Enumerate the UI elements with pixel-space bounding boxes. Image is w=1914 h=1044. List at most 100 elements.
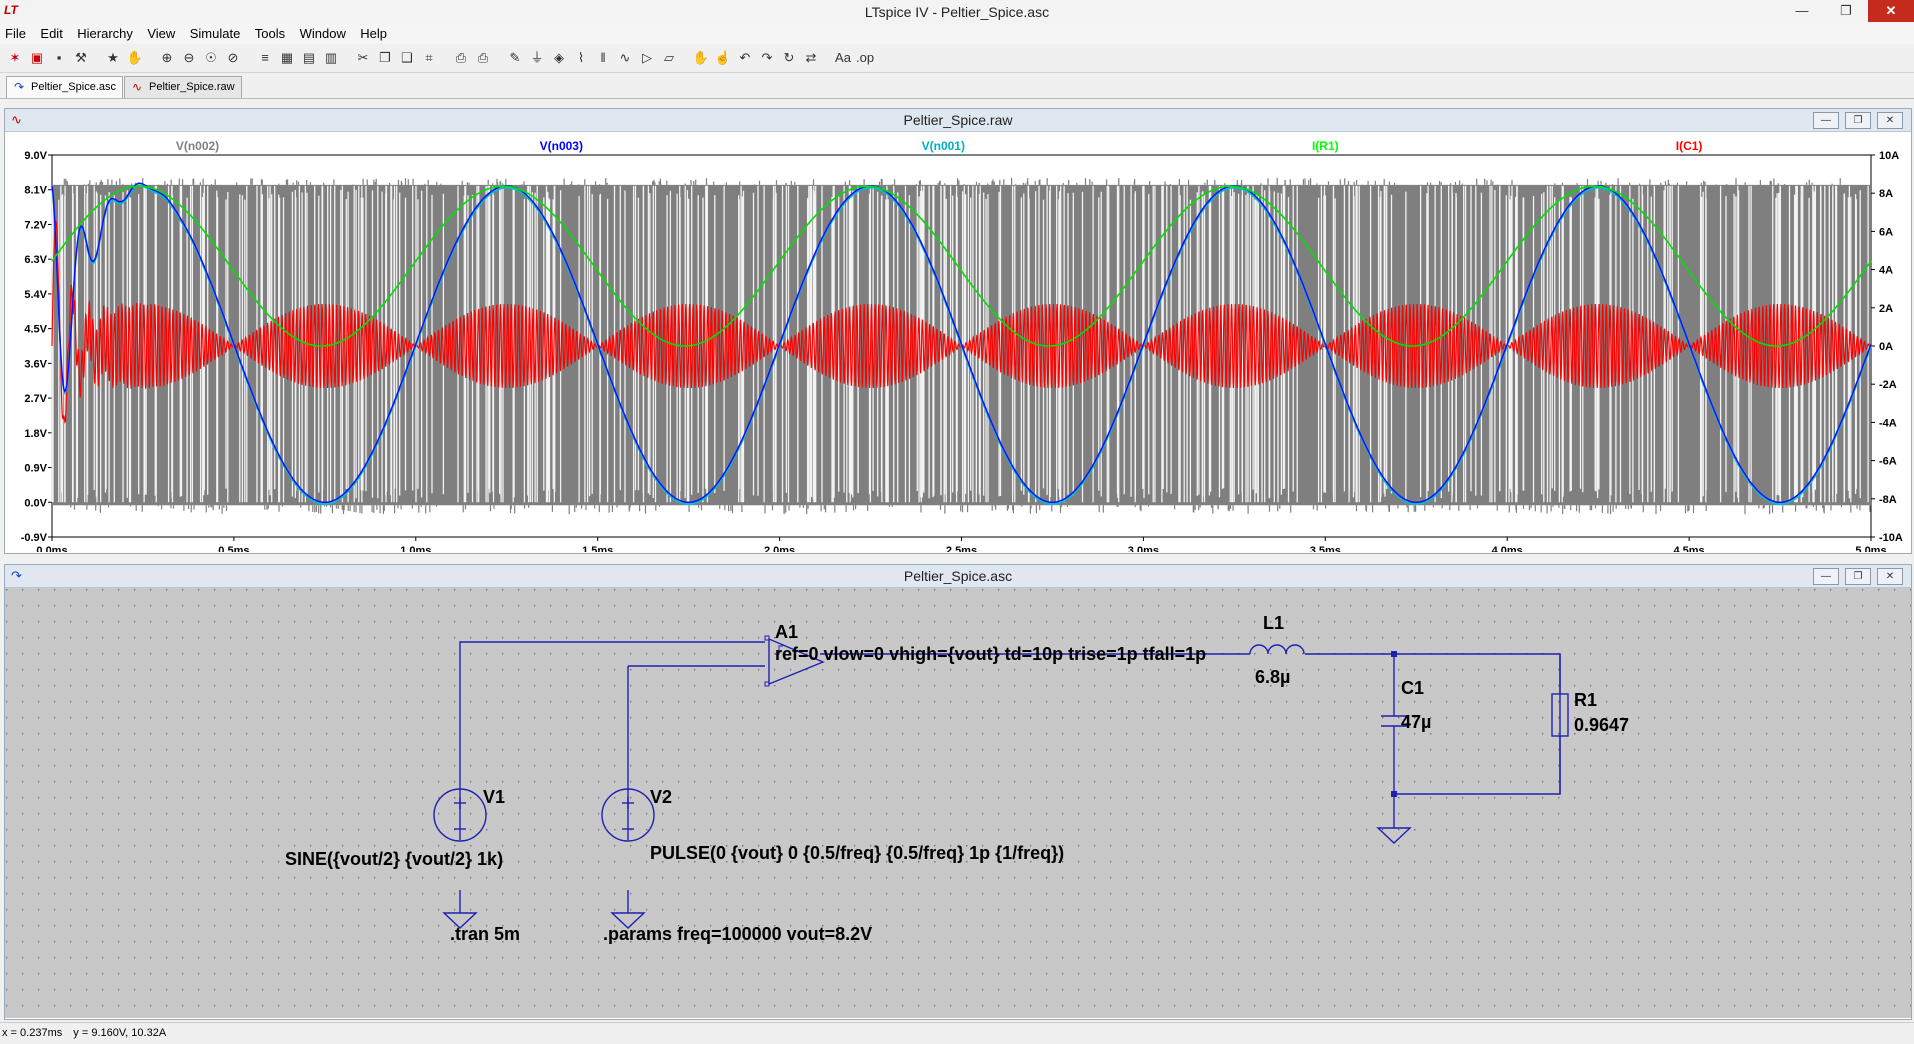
find-icon[interactable]: ⌗ bbox=[420, 49, 438, 67]
new-schematic-icon[interactable]: ✶ bbox=[6, 49, 24, 67]
component-icon[interactable]: ▱ bbox=[660, 49, 678, 67]
control-panel-icon[interactable]: ⚒ bbox=[72, 49, 90, 67]
l1-name[interactable]: L1 bbox=[1263, 613, 1284, 633]
c1-value[interactable]: 47µ bbox=[1401, 712, 1431, 732]
halt-icon[interactable]: ✋ bbox=[126, 49, 144, 67]
x-tick-label: 2.0ms bbox=[764, 545, 795, 552]
v2-name[interactable]: V2 bbox=[650, 787, 672, 807]
schematic-close-button[interactable]: ✕ bbox=[1877, 568, 1903, 585]
trace-label-i-c1-[interactable]: I(C1) bbox=[1676, 139, 1703, 153]
paste-icon[interactable]: ❑ bbox=[398, 49, 416, 67]
inductor-icon[interactable]: ∿ bbox=[616, 49, 634, 67]
v2-value[interactable]: PULSE(0 {vout} 0 {0.5/freq} {0.5/freq} 1… bbox=[650, 843, 1064, 863]
params-directive[interactable]: .params freq=100000 vout=8.2V bbox=[603, 924, 872, 944]
waveform-window-title: Peltier_Spice.raw bbox=[903, 112, 1013, 128]
tab-schematic[interactable]: ↷ Peltier_Spice.asc bbox=[6, 76, 123, 98]
menu-tools[interactable]: Tools bbox=[250, 24, 290, 43]
waveform-minimize-button[interactable]: — bbox=[1813, 112, 1839, 129]
trace-label-v-n003-[interactable]: V(n003) bbox=[540, 139, 583, 153]
a1-name[interactable]: A1 bbox=[775, 622, 798, 642]
x-tick-label: 0.0ms bbox=[36, 545, 67, 552]
y-left-tick-label: 8.1V bbox=[24, 185, 47, 197]
y-left-tick-label: 0.0V bbox=[24, 497, 47, 509]
redo-icon[interactable]: ↷ bbox=[758, 49, 776, 67]
minimize-button[interactable]: — bbox=[1780, 0, 1824, 22]
zoom-out-icon[interactable]: ⊖ bbox=[180, 49, 198, 67]
undo-icon[interactable]: ↶ bbox=[736, 49, 754, 67]
move-icon[interactable]: ✋ bbox=[692, 49, 710, 67]
ground-icon[interactable]: ⏚ bbox=[528, 49, 546, 67]
draw-wire-icon[interactable]: ✎ bbox=[506, 49, 524, 67]
a1-params[interactable]: ref=0 vlow=0 vhigh={vout} td=10p trise=1… bbox=[775, 644, 1206, 664]
y-right-tick-label: -8A bbox=[1879, 494, 1897, 506]
menu-edit[interactable]: Edit bbox=[35, 24, 67, 43]
close-windows-icon[interactable]: ▥ bbox=[322, 49, 340, 67]
waveform-plot[interactable]: V(n002) V(n003) V(n001) I(R1) I(C1) 9.0V 8.1V 7… bbox=[5, 132, 1911, 552]
drag-icon[interactable]: ☝ bbox=[714, 49, 732, 67]
maximize-button[interactable]: ❐ bbox=[1824, 0, 1868, 22]
menu-view[interactable]: View bbox=[142, 24, 180, 43]
menu-hierarchy[interactable]: Hierarchy bbox=[72, 24, 138, 43]
resistor-icon[interactable]: ⌇ bbox=[572, 49, 590, 67]
waveform-close-button[interactable]: ✕ bbox=[1877, 112, 1903, 129]
capacitor-icon[interactable]: ‖ bbox=[594, 49, 612, 67]
y-left-tick-label: 5.4V bbox=[24, 289, 47, 301]
open-icon[interactable]: ▣ bbox=[28, 49, 46, 67]
schematic-canvas[interactable]: A1 ref=0 vlow=0 vhigh={vout} td=10p tris… bbox=[5, 588, 1911, 1018]
schematic-minimize-button[interactable]: — bbox=[1813, 568, 1839, 585]
zoom-in-icon[interactable]: ⊕ bbox=[158, 49, 176, 67]
copy-icon[interactable]: ❐ bbox=[376, 49, 394, 67]
run-icon[interactable]: ★ bbox=[104, 49, 122, 67]
menu-simulate[interactable]: Simulate bbox=[185, 24, 246, 43]
tile-icon[interactable]: ▦ bbox=[278, 49, 296, 67]
zoom-full-icon[interactable]: ☉ bbox=[202, 49, 220, 67]
trace-label-v-n002-[interactable]: V(n002) bbox=[176, 139, 219, 153]
spice-directive-icon[interactable]: .op bbox=[856, 49, 874, 67]
schematic-restore-button[interactable]: ❐ bbox=[1845, 568, 1871, 585]
y-right-tick-label: -6A bbox=[1879, 456, 1897, 468]
close-button[interactable]: ✕ bbox=[1868, 0, 1914, 22]
mirror-icon[interactable]: ⇄ bbox=[802, 49, 820, 67]
y-right-tick-label: 4A bbox=[1879, 265, 1893, 277]
text-icon[interactable]: Aa bbox=[834, 49, 852, 67]
diode-icon[interactable]: ▷ bbox=[638, 49, 656, 67]
schematic-window: ↷ Peltier_Spice.asc — ❐ ✕ A1 ref=0 vlow=… bbox=[4, 564, 1912, 1020]
x-tick-label: 4.0ms bbox=[1492, 545, 1523, 552]
save-icon[interactable]: ▪ bbox=[50, 49, 68, 67]
cascade-icon[interactable]: ▤ bbox=[300, 49, 318, 67]
menu-file[interactable]: File bbox=[0, 24, 31, 43]
tab-waveform[interactable]: ∿ Peltier_Spice.raw bbox=[124, 76, 242, 98]
y-right-tick-label: 0A bbox=[1879, 341, 1893, 353]
y-left-tick-label: 2.7V bbox=[24, 393, 47, 405]
y-left-tick-label: 1.8V bbox=[24, 428, 47, 440]
junction-dot bbox=[1391, 791, 1397, 797]
print-preview-icon[interactable]: ⎙ bbox=[452, 49, 470, 67]
l1-value[interactable]: 6.8µ bbox=[1255, 667, 1290, 687]
y-left-tick-label: 7.2V bbox=[24, 219, 47, 231]
cut-icon[interactable]: ✂ bbox=[354, 49, 372, 67]
x-tick-label: 4.5ms bbox=[1673, 545, 1704, 552]
r1-value[interactable]: 0.9647 bbox=[1574, 715, 1629, 735]
c1-name[interactable]: C1 bbox=[1401, 678, 1424, 698]
label-net-icon[interactable]: ◈ bbox=[550, 49, 568, 67]
menu-help[interactable]: Help bbox=[355, 24, 392, 43]
schematic-window-caption: ↷ Peltier_Spice.asc — ❐ ✕ bbox=[5, 565, 1911, 588]
autorange-icon[interactable]: ≡ bbox=[256, 49, 274, 67]
x-tick-label: 5.0ms bbox=[1855, 545, 1886, 552]
y-left-tick-label: 3.6V bbox=[24, 358, 47, 370]
rotate-icon[interactable]: ↻ bbox=[780, 49, 798, 67]
trace-label-v-n001-[interactable]: V(n001) bbox=[922, 139, 965, 153]
zoom-cancel-icon[interactable]: ⊘ bbox=[224, 49, 242, 67]
trace-label-i-r1-[interactable]: I(R1) bbox=[1312, 139, 1339, 153]
tran-directive[interactable]: .tran 5m bbox=[450, 924, 520, 944]
menu-window[interactable]: Window bbox=[295, 24, 351, 43]
tab-schematic-label: Peltier_Spice.asc bbox=[31, 81, 116, 93]
x-readout: x = 0.237ms bbox=[2, 1027, 63, 1039]
print-icon[interactable]: ⎙ bbox=[474, 49, 492, 67]
y-right-tick-label: -10A bbox=[1879, 532, 1903, 544]
v1-value[interactable]: SINE({vout/2} {vout/2} 1k) bbox=[285, 849, 503, 869]
waveform-restore-button[interactable]: ❐ bbox=[1845, 112, 1871, 129]
y-left-tick-label: 9.0V bbox=[24, 150, 47, 162]
v1-name[interactable]: V1 bbox=[483, 787, 505, 807]
r1-name[interactable]: R1 bbox=[1574, 690, 1597, 710]
